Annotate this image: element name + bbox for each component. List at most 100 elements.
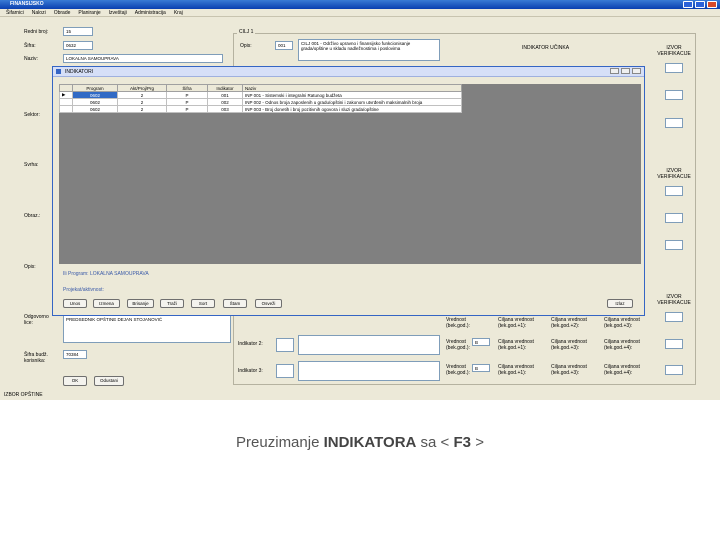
program-cell[interactable]: 0602: [72, 91, 118, 99]
vrednost-field[interactable]: B: [472, 338, 490, 346]
izvor-field[interactable]: [665, 312, 683, 322]
sifra-field[interactable]: 0632: [63, 41, 93, 50]
ciljana-label: Ciljana vrednost (tek.god.+3):: [604, 317, 640, 329]
ciljana-label: Ciljana vrednost (tek.god.+1):: [498, 339, 534, 351]
row-selector: [59, 105, 73, 113]
menu-item[interactable]: Administracija: [135, 9, 166, 16]
sektor-label: Sektor:: [24, 112, 40, 118]
column-header[interactable]: Naziv: [242, 84, 462, 92]
izlaz-button[interactable]: Izlaz: [607, 299, 633, 308]
izvor-field[interactable]: [665, 186, 683, 196]
program-info: Ili Program: LOKALNA SAMOUPRAVA: [63, 271, 149, 277]
menu-item[interactable]: Planiranje: [78, 9, 100, 16]
cilj-code-field[interactable]: 001: [275, 41, 293, 50]
izvor-field[interactable]: [665, 118, 683, 128]
izmena-button[interactable]: Izmena: [93, 299, 120, 308]
menu-item[interactable]: Nalozi: [32, 9, 46, 16]
program-cell[interactable]: 0602: [72, 105, 118, 113]
slide-caption: Preuzimanje INDIKATORA sa < F3 >: [0, 434, 720, 451]
indikator-3-label: Indikator 3:: [238, 368, 263, 374]
stampa-button[interactable]: Štam: [223, 299, 247, 308]
maximize-button[interactable]: [695, 1, 705, 8]
row-selector-header: [59, 84, 73, 92]
akt-cell[interactable]: 2: [117, 91, 167, 99]
column-header[interactable]: Šifra: [166, 84, 208, 92]
sort-button[interactable]: Sort: [191, 299, 215, 308]
ciljana-label: Ciljana vrednost (tek.god.+2):: [551, 317, 587, 329]
akt-cell[interactable]: 2: [117, 105, 167, 113]
izvor-field[interactable]: [665, 213, 683, 223]
akt-cell[interactable]: 2: [117, 98, 167, 106]
dialog-maximize-button[interactable]: [621, 68, 630, 74]
sifra-cell[interactable]: P: [166, 105, 208, 113]
odgovorno-lice-field[interactable]: PREDSEDNIK OPŠTINE DEJAN STOJANOVIĆ: [63, 315, 231, 343]
indikator-2-field[interactable]: [298, 335, 440, 355]
indikator-cell[interactable]: 001: [207, 91, 243, 99]
column-header[interactable]: Akt/Proj/Prg: [117, 84, 167, 92]
menu-item[interactable]: Obrade: [54, 9, 71, 16]
svrha-label: Svrha:: [24, 162, 39, 168]
menu-item[interactable]: Kraj: [174, 9, 183, 16]
table-row[interactable]: 0602 2 P 003 INP 003 - Broj donetih i br…: [59, 105, 462, 113]
dialog-title: INDIKATORI: [65, 69, 94, 75]
naziv-cell[interactable]: INP 001 - Sistemski i integralni Ratunog…: [242, 91, 462, 99]
redni-broj-label: Redni broj:: [24, 29, 49, 35]
sifra-label: Šifra:: [24, 43, 36, 49]
menu-item[interactable]: Šifarnici: [6, 9, 24, 16]
ciljana-label: Ciljana vrednost (tek.god.+4):: [604, 364, 640, 376]
close-button[interactable]: [707, 1, 717, 8]
ciljana-label: Ciljana vrednost (tek.god.+4):: [604, 339, 640, 351]
izvor-field[interactable]: [665, 90, 683, 100]
indikator-cell[interactable]: 002: [207, 98, 243, 106]
sifra-cell[interactable]: P: [166, 98, 208, 106]
dialog-minimize-button[interactable]: [610, 68, 619, 74]
naziv-field[interactable]: LOKALNA SAMOUPRAVA: [63, 54, 223, 63]
menu-bar: Šifarnici Nalozi Obrade Planiranje Izveš…: [0, 9, 720, 17]
indikator-2-code[interactable]: [276, 338, 294, 352]
column-header[interactable]: Program: [72, 84, 118, 92]
izvor-field[interactable]: [665, 240, 683, 250]
opis-label: Opis:: [24, 264, 36, 270]
caption-suffix: >: [475, 434, 484, 451]
osvezi-button[interactable]: Osveži: [255, 299, 282, 308]
window-title: FINANSIJSKO: [10, 1, 44, 7]
table-row[interactable]: ▶ 0602 2 P 001 INP 001 - Sistemski i int…: [59, 91, 462, 99]
app-icon: [56, 69, 61, 74]
vrednost-label: Vrednost (bek.god.):: [446, 339, 470, 351]
redni-broj-field[interactable]: 15: [63, 27, 93, 36]
status-text: IZBOR OPŠTINE: [4, 392, 43, 398]
sifra-budz-label: Šifra budž. korisnika:: [24, 352, 48, 364]
indikator-header: INDIKATOR UČINKA: [522, 45, 570, 51]
minimize-button[interactable]: [683, 1, 693, 8]
column-header[interactable]: Indikator: [207, 84, 243, 92]
menu-item[interactable]: Izveštaji: [109, 9, 127, 16]
projekt-info: Projekat/aktivnost:: [63, 287, 104, 293]
unos-button[interactable]: Unos: [63, 299, 87, 308]
cilj-title: CILJ 1: [237, 29, 256, 35]
program-cell[interactable]: 0602: [72, 98, 118, 106]
ok-button[interactable]: OK: [63, 376, 87, 386]
brisanje-button[interactable]: Brisanje: [127, 299, 154, 308]
dialog-close-button[interactable]: [632, 68, 641, 74]
row-selector: [59, 98, 73, 106]
indikator-cell[interactable]: 003: [207, 105, 243, 113]
indikator-3-code[interactable]: [276, 364, 294, 378]
naziv-cell[interactable]: INP 002 - Odnos broja zaposlenih u gradu…: [242, 98, 462, 106]
sifra-cell[interactable]: P: [166, 91, 208, 99]
table-row[interactable]: 0602 2 P 002 INP 002 - Odnos broja zapos…: [59, 98, 462, 106]
naziv-cell[interactable]: INP 003 - Broj donetih i broj pozitivnih…: [242, 105, 462, 113]
current-row-indicator: ▶: [59, 91, 73, 99]
trazi-button[interactable]: Traži: [160, 299, 184, 308]
caption-mid: sa <: [420, 434, 450, 451]
izvor-field[interactable]: [665, 365, 683, 375]
vrednost-field[interactable]: B: [472, 364, 490, 372]
izvor-field[interactable]: [665, 63, 683, 73]
sifra-budz-field[interactable]: 70384: [63, 350, 87, 359]
izvor-field[interactable]: [665, 339, 683, 349]
indikator-3-field[interactable]: [298, 361, 440, 381]
izvor-header: IZVOR VERIFIKACIJE: [657, 168, 691, 180]
cilj-opis-field[interactable]: CILJ 001 - Održivo upravno i finansijsko…: [298, 39, 440, 61]
cancel-button[interactable]: Odustani: [94, 376, 124, 386]
izvor-header: IZVOR VERIFIKACIJE: [657, 45, 691, 57]
vrednost-label: Vrednost (bek.god.):: [446, 317, 470, 329]
